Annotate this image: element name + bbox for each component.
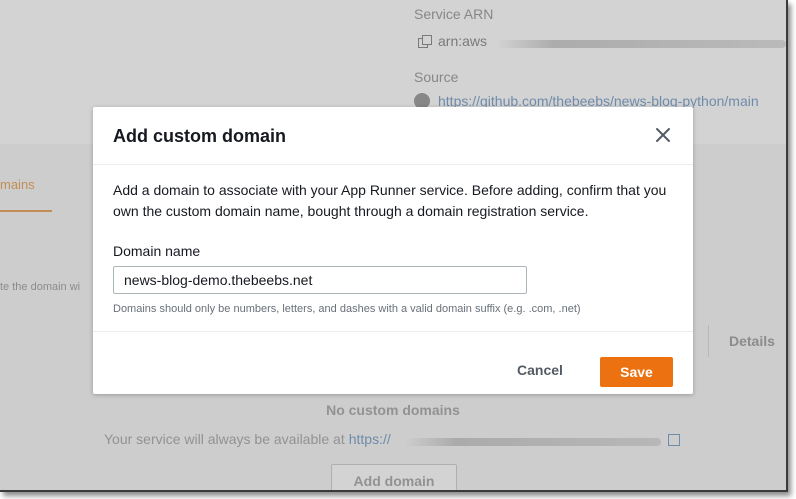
domain-name-input[interactable]	[113, 266, 527, 294]
modal-title: Add custom domain	[113, 126, 287, 146]
domain-name-hint: Domains should only be numbers, letters,…	[113, 303, 581, 315]
screenshot-frame: Service ARN arn:aws Source https://githu…	[0, 0, 788, 492]
close-button[interactable]	[653, 125, 673, 145]
modal-header: Add custom domain	[93, 107, 693, 165]
domain-name-label: Domain name	[113, 243, 201, 259]
add-custom-domain-modal: Add custom domain Add a domain to associ…	[93, 107, 693, 394]
cancel-button[interactable]: Cancel	[509, 356, 571, 384]
save-button[interactable]: Save	[600, 357, 673, 387]
close-icon	[656, 128, 670, 142]
modal-footer: Cancel Save	[93, 331, 693, 395]
modal-description: Add a domain to associate with your App …	[113, 182, 667, 219]
